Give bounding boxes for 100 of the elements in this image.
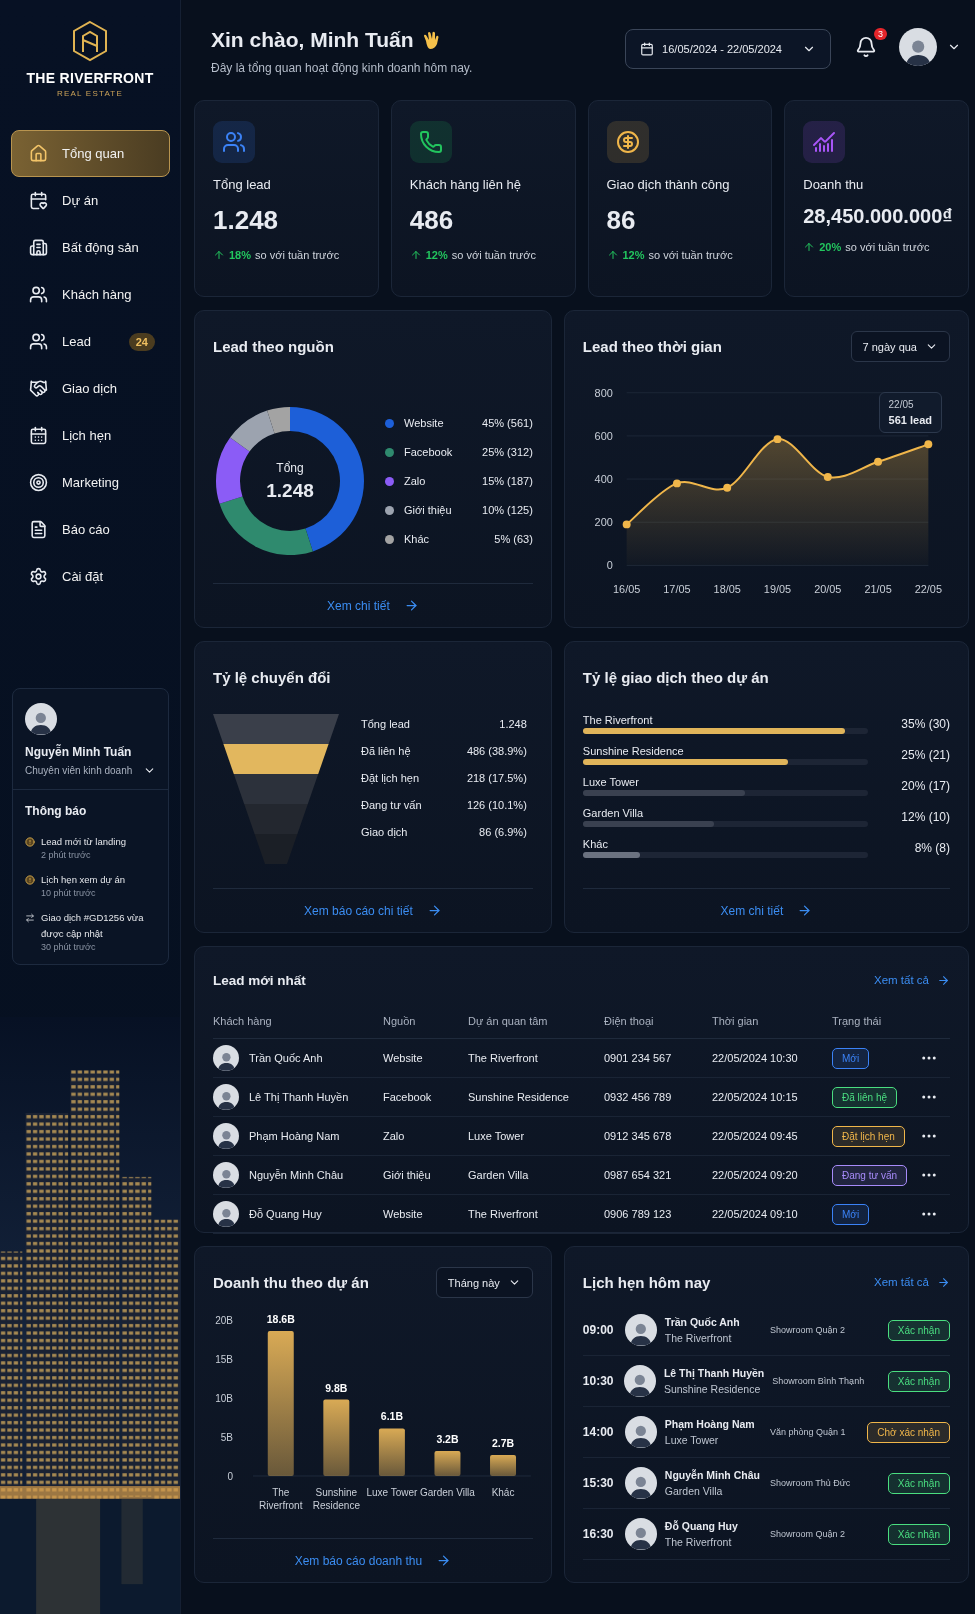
home-icon (29, 144, 48, 163)
legend-label: Website (404, 417, 445, 429)
avatar (213, 1084, 239, 1110)
date-range-picker[interactable]: 16/05/2024 - 22/05/2024 (625, 29, 831, 69)
table-cell: Zalo (383, 1117, 468, 1156)
nav-item[interactable]: Cài đặt (11, 553, 170, 600)
project-name: Luxe Tower (664, 1434, 720, 1446)
period-dropdown[interactable]: Tháng này (435, 1267, 533, 1298)
table-cell: Trần Quốc Anh (249, 1052, 323, 1064)
client-name: Phạm Hoàng Nam (664, 1418, 756, 1430)
project-name: Luxe Tower (582, 776, 640, 788)
stage-label: Đang tư vấn (361, 799, 422, 811)
legend-value: 15% (187) (482, 475, 533, 487)
nav-item[interactable]: Dự án (11, 177, 170, 224)
nav-item[interactable]: Tổng quan (11, 130, 170, 177)
axis-label: 15B (215, 1354, 233, 1366)
legend-value: 5% (63) (494, 533, 533, 545)
arrow-up-icon (606, 249, 619, 261)
change-percent: 12% (622, 249, 645, 261)
table-cell: 22/05/2024 09:20 (712, 1156, 832, 1195)
client-name: Trần Quốc Anh (664, 1316, 741, 1328)
calendar-icon (29, 426, 48, 445)
axis-label: 200 (594, 516, 613, 529)
stage-value: 486 (38.9%) (466, 745, 527, 757)
nav-item[interactable]: Lịch hẹn (11, 412, 170, 459)
axis-label: Sunshine Residence (311, 1486, 361, 1512)
arrows-icon (25, 913, 35, 923)
notification-button[interactable] (855, 36, 877, 60)
avatar (213, 1045, 239, 1071)
table-cell: Garden Villa (468, 1156, 604, 1195)
notification-count: 3 (874, 28, 887, 40)
axis-label: 800 (594, 386, 613, 399)
value-label: 18.6B (266, 1314, 295, 1325)
arrow-up-icon (409, 249, 422, 261)
nav-label: Lịch hẹn (62, 428, 113, 443)
client-name: Lê Thị Thanh Huyền (663, 1367, 765, 1379)
nav-label: Marketing (62, 475, 121, 490)
arrow-right-icon (937, 973, 950, 987)
bar (434, 1451, 461, 1476)
notification-time: 2 phút trước (41, 850, 92, 860)
data-point (823, 472, 832, 481)
alert-icon (25, 875, 35, 885)
user-menu[interactable] (899, 28, 961, 66)
nav-item[interactable]: Marketing (11, 459, 170, 506)
avatar (624, 1314, 657, 1346)
column-header: Khách hàng (213, 1003, 383, 1039)
stage-label: Giao dịch (361, 826, 408, 838)
arrow-right-icon (937, 1275, 950, 1289)
nav-label: Tổng quan (62, 146, 126, 161)
users-icon (29, 332, 48, 351)
stat-value: 486 (409, 205, 455, 236)
axis-label: 18/05 (713, 583, 741, 596)
status-badge: Xác nhận (887, 1523, 950, 1545)
arrow-right-icon (403, 598, 419, 613)
period-dropdown[interactable]: 7 ngày qua (850, 331, 950, 362)
table-cell: Giới thiệu (383, 1156, 468, 1195)
nav-label: Khách hàng (62, 287, 133, 302)
status-badge: Đang tư vấn (832, 1164, 908, 1186)
change-note: so với tuần trước (648, 249, 733, 261)
nav-item[interactable]: Báo cáo (11, 506, 170, 553)
legend-label: Giới thiệu (404, 504, 453, 516)
report-link[interactable]: Xem báo cáo chi tiết (304, 903, 442, 918)
nav-item[interactable]: Khách hàng (11, 271, 170, 318)
data-point (873, 457, 882, 466)
nav-item[interactable]: Bất động sản (11, 224, 170, 271)
stage-label: Đã liên hệ (361, 745, 411, 757)
column-header: Trạng thái (832, 1003, 920, 1039)
stat-value: 86 (606, 205, 637, 236)
change-percent: 18% (229, 249, 252, 261)
appointment-time: 16:30 (582, 1527, 615, 1541)
nav-item[interactable]: Giao dịch (11, 365, 170, 412)
nav-item[interactable]: Lead 24 (11, 318, 170, 365)
card-title: Tỷ lệ chuyển đổi (213, 668, 331, 686)
arrow-right-icon (426, 903, 442, 918)
notification-text: Giao dịch #GD1256 vừa được cập nhật (41, 911, 145, 941)
card-title: Doanh thu theo dự án (213, 1274, 369, 1291)
card-title: Lead mới nhất (213, 972, 306, 988)
notification-time: 10 phút trước (41, 888, 97, 898)
view-all-link[interactable]: Xem tất cả (874, 1275, 950, 1289)
axis-label: Khác (491, 1486, 515, 1500)
details-link[interactable]: Xem chi tiết (720, 903, 813, 918)
arrow-up-icon (803, 241, 816, 253)
revenue-report-link[interactable]: Xem báo cáo doanh thu (294, 1553, 452, 1568)
axis-label: 400 (594, 473, 613, 486)
view-all-link[interactable]: Xem tất cả (874, 973, 950, 987)
table-cell: Nguyễn Minh Châu (249, 1169, 344, 1181)
table-cell: Phạm Hoàng Nam (249, 1130, 340, 1142)
avatar (624, 1467, 657, 1499)
value-label: 3.2B (436, 1434, 459, 1446)
bar (378, 1428, 405, 1476)
data-point (672, 479, 681, 488)
subtitle: Đây là tổng quan hoạt động kinh doanh hôm nay. (211, 61, 474, 75)
axis-label: 20/05 (813, 583, 842, 596)
project-name: Sunshine Residence (582, 745, 685, 757)
stat-label: Khách hàng liên hệ (409, 177, 523, 192)
tooltip-date: 22/05 (888, 399, 915, 410)
details-link[interactable]: Xem chi tiết (327, 598, 419, 613)
appointment-place: Văn phòng Quận 1 (770, 1427, 847, 1437)
project-name: The Riverfront (664, 1332, 733, 1344)
table-cell: Website (383, 1195, 468, 1234)
